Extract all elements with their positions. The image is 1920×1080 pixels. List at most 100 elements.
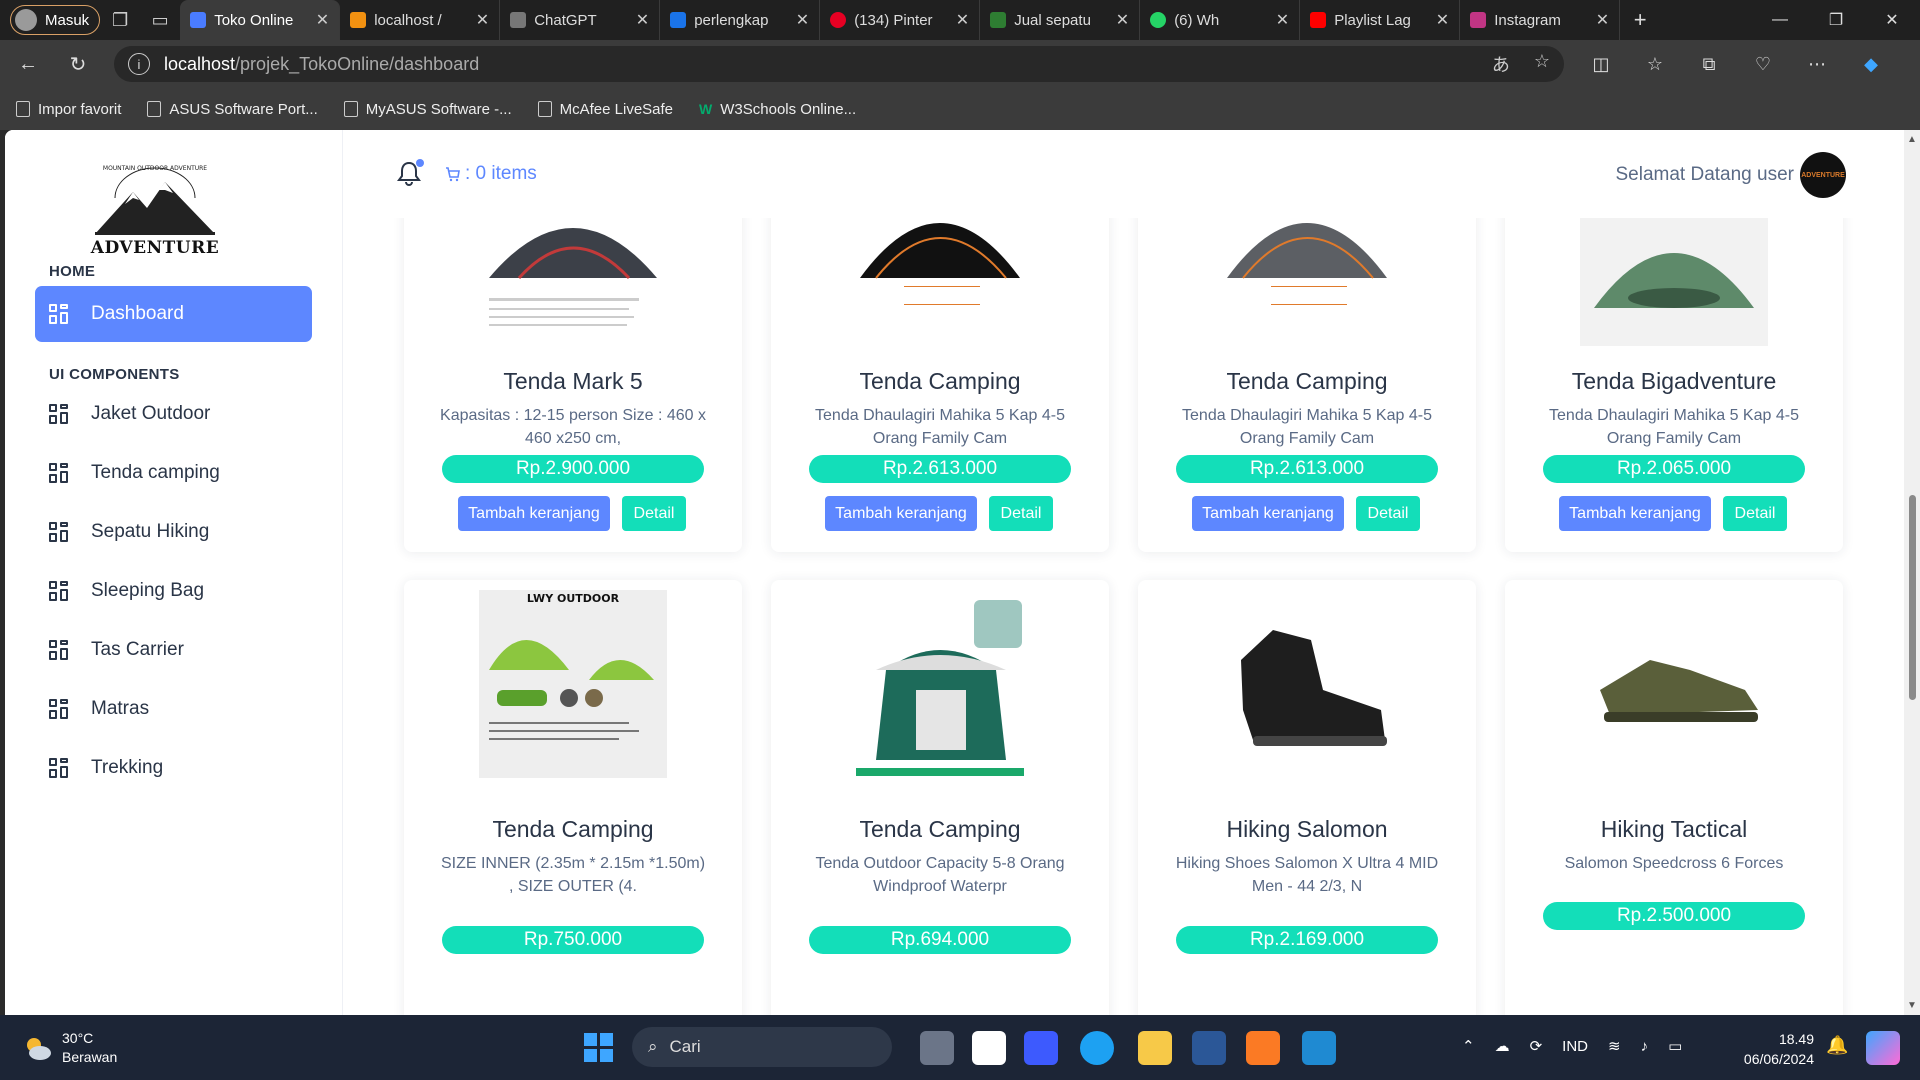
favorite-star-icon[interactable]: ☆ [1534, 51, 1550, 77]
sidebar-item-sepatu-hiking[interactable]: Sepatu Hiking [35, 504, 312, 560]
split-screen-icon[interactable]: ◫ [1578, 46, 1624, 82]
sidebar-item-label: Tas Carrier [91, 639, 184, 660]
address-bar[interactable]: i localhost /projek_TokoOnline/dashboard… [114, 46, 1564, 82]
add-to-cart-button[interactable]: Tambah keranjang [458, 496, 610, 531]
sync-icon[interactable]: ⟳ [1530, 1037, 1543, 1055]
scrollbar-thumb[interactable] [1909, 495, 1916, 700]
sidebar-item-trekking[interactable]: Trekking [35, 740, 312, 796]
product-description: Tenda Dhaulagiri Mahika 5 Kap 4-5 Orang … [1182, 407, 1432, 447]
product-description: Tenda Dhaulagiri Mahika 5 Kap 4-5 Orang … [815, 407, 1065, 447]
scroll-down-arrow-icon[interactable]: ▼ [1907, 1000, 1917, 1011]
product-title: Tenda Camping [859, 816, 1021, 842]
back-arrow-icon[interactable]: ← [6, 44, 50, 84]
microsoft-store-icon[interactable] [972, 1031, 1006, 1065]
detail-button[interactable]: Detail [989, 496, 1053, 531]
tab-localhost[interactable]: localhost / ✕ [340, 0, 501, 40]
cart-link[interactable]: : 0 items [445, 163, 537, 185]
detail-button[interactable]: Detail [1723, 496, 1787, 531]
new-tab-button[interactable]: + [1620, 0, 1660, 40]
tab-chatgpt[interactable]: ChatGPT ✕ [500, 0, 661, 40]
windows-start-icon[interactable] [584, 1033, 614, 1063]
tab-perlengkapan[interactable]: perlengkap ✕ [660, 0, 821, 40]
close-tab-icon[interactable]: ✕ [796, 10, 809, 30]
bookmark-label: MyASUS Software -... [365, 100, 512, 118]
language-indicator[interactable]: IND [1562, 1038, 1588, 1055]
add-to-cart-button[interactable]: Tambah keranjang [825, 496, 977, 531]
vscode-icon[interactable] [1302, 1031, 1336, 1065]
notification-bell-icon[interactable] [397, 159, 424, 186]
close-tab-icon[interactable]: ✕ [316, 10, 329, 30]
edge-icon[interactable] [1080, 1031, 1114, 1065]
read-aloud-icon[interactable]: あ [1492, 51, 1510, 77]
visual-studio-icon[interactable] [1024, 1031, 1058, 1065]
sidebar-item-tenda-camping[interactable]: Tenda camping [35, 445, 312, 501]
tab-actions-icon[interactable]: ▭ [140, 0, 180, 40]
tab-toko-online[interactable]: Toko Online ✕ [180, 0, 341, 40]
chevron-up-icon[interactable]: ⌃ [1462, 1037, 1475, 1055]
product-title: Tenda Mark 5 [503, 368, 643, 394]
minimize-icon[interactable]: — [1752, 0, 1808, 40]
taskbar-search[interactable]: ⌕ Cari [632, 1027, 892, 1067]
add-to-cart-button[interactable]: Tambah keranjang [1192, 496, 1344, 531]
refresh-icon[interactable]: ↻ [56, 44, 100, 84]
bookmark-w3schools[interactable]: W W3Schools Online... [699, 101, 856, 118]
detail-button[interactable]: Detail [622, 496, 686, 531]
product-card: Tenda Camping Tenda Outdoor Capacity 5-8… [771, 580, 1109, 1015]
cloud-icon[interactable]: ☁ [1495, 1037, 1510, 1055]
close-window-icon[interactable]: ✕ [1864, 0, 1920, 40]
profile-button[interactable]: Masuk [10, 5, 101, 35]
close-tab-icon[interactable]: ✕ [1276, 10, 1289, 30]
detail-button[interactable]: Detail [1356, 496, 1420, 531]
welcome-text: Selamat Datang user [1615, 164, 1795, 185]
bookmark-label: Impor favorit [38, 100, 122, 118]
bookmark-asus-portal[interactable]: ASUS Software Port... [147, 101, 318, 118]
close-tab-icon[interactable]: ✕ [1116, 10, 1129, 30]
sidebar-item-matras[interactable]: Matras [35, 681, 312, 737]
favorites-icon[interactable]: ☆ [1632, 46, 1678, 82]
weather-widget[interactable]: 30°C Berawan [22, 1029, 117, 1067]
tab-jual-sepatu[interactable]: Jual sepatu ✕ [980, 0, 1141, 40]
task-view-icon[interactable] [920, 1031, 954, 1065]
collections-icon[interactable]: ⧉ [1686, 46, 1732, 82]
volume-icon[interactable]: ♪ [1641, 1038, 1649, 1055]
close-tab-icon[interactable]: ✕ [636, 10, 649, 30]
tab-instagram[interactable]: Instagram ✕ [1460, 0, 1621, 40]
maximize-icon[interactable]: ❐ [1808, 0, 1864, 40]
brand-logo[interactable]: MOUNTAIN OUTDOOR ADVENTURE ADVENTURE [85, 160, 225, 260]
bookmark-mcafee[interactable]: McAfee LiveSafe [537, 101, 673, 118]
tab-youtube[interactable]: Playlist Lag ✕ [1300, 0, 1461, 40]
clock[interactable]: 18.49 06/06/2024 [1732, 1029, 1814, 1069]
sidebar-item-dashboard[interactable]: Dashboard [35, 286, 312, 342]
tab-pinterest[interactable]: (134) Pinter ✕ [820, 0, 981, 40]
close-tab-icon[interactable]: ✕ [956, 10, 969, 30]
user-avatar[interactable]: ADVENTURE [1800, 152, 1846, 198]
close-tab-icon[interactable]: ✕ [1596, 10, 1609, 30]
windows-taskbar: 30°C Berawan ⌕ Cari ⌃ ☁ ⟳ IND ≋ ♪ ▭ 18.4… [0, 1015, 1920, 1080]
close-tab-icon[interactable]: ✕ [1436, 10, 1449, 30]
site-info-icon[interactable]: i [128, 53, 150, 75]
tab-whatsapp[interactable]: (6) Wh ✕ [1140, 0, 1301, 40]
add-to-cart-button[interactable]: Tambah keranjang [1559, 496, 1711, 531]
browser-essentials-icon[interactable]: ♡ [1740, 46, 1786, 82]
product-image [489, 228, 657, 326]
svg-text:MOUNTAIN OUTDOOR ADVENTURE: MOUNTAIN OUTDOOR ADVENTURE [103, 165, 207, 172]
sidebar-item-sleeping-bag[interactable]: Sleeping Bag [35, 563, 312, 619]
close-tab-icon[interactable]: ✕ [476, 10, 489, 30]
bookmark-myasus[interactable]: MyASUS Software -... [343, 100, 512, 118]
sidebar-item-tas-carrier[interactable]: Tas Carrier [35, 622, 312, 678]
copilot-icon[interactable]: ◆ [1848, 46, 1894, 82]
sidebar-item-jaket-outdoor[interactable]: Jaket Outdoor [35, 386, 312, 442]
copilot-icon[interactable] [1866, 1031, 1900, 1065]
notification-icon[interactable]: 🔔 [1826, 1035, 1848, 1057]
xampp-icon[interactable] [1246, 1031, 1280, 1065]
page-scrollbar[interactable]: ▲ ▼ [1904, 130, 1920, 1015]
file-explorer-icon[interactable] [1138, 1031, 1172, 1065]
word-icon[interactable] [1192, 1031, 1226, 1065]
wifi-icon[interactable]: ≋ [1608, 1037, 1621, 1055]
more-menu-icon[interactable]: ⋯ [1794, 46, 1840, 82]
collections-icon[interactable]: ❐ [100, 0, 140, 40]
scroll-up-arrow-icon[interactable]: ▲ [1907, 134, 1917, 145]
layout-grid-icon [49, 699, 69, 719]
battery-icon[interactable]: ▭ [1668, 1037, 1682, 1055]
bookmark-import[interactable]: Impor favorit [16, 101, 121, 118]
